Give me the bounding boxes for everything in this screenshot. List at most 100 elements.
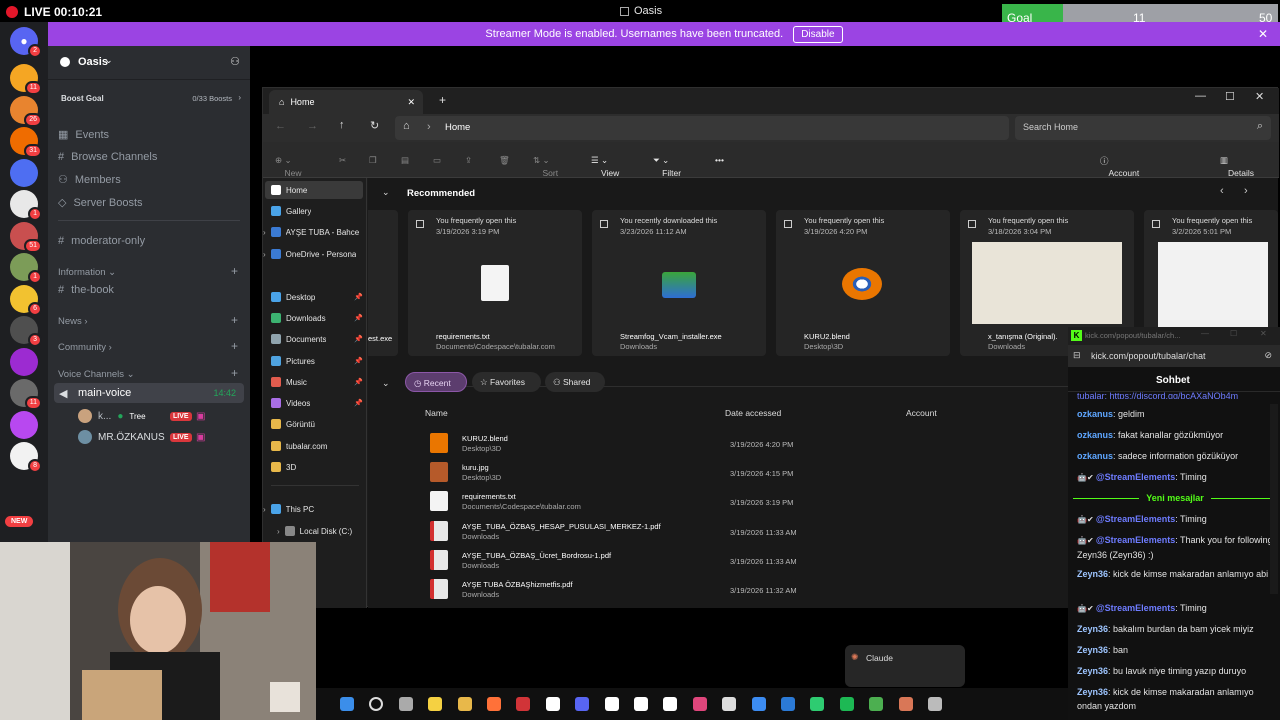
expand-icon[interactable]: › (263, 228, 266, 237)
server-icon[interactable] (10, 410, 38, 439)
chat-scrollbar[interactable] (1270, 404, 1278, 594)
add-channel-icon[interactable]: + (231, 313, 238, 327)
server-icon[interactable]: 1 (10, 253, 42, 284)
server-icon[interactable]: 1 (10, 190, 42, 221)
nav-item-desktop[interactable]: Desktop 📌 (271, 292, 367, 302)
sort-button[interactable]: ⇅ Sort ⌄ (533, 155, 558, 178)
column-account[interactable]: Account (906, 408, 937, 418)
kick-url-bar[interactable]: ⊟ kick.com/popout/tubalar/chat ⊘ (1068, 345, 1280, 367)
app-icon[interactable] (722, 697, 737, 711)
boost-goal[interactable]: Boost Goal 0/33 Boosts › (54, 88, 244, 108)
server-icon[interactable]: 8 (10, 442, 42, 473)
tab-favorites[interactable]: ☆ Favorites (472, 372, 541, 392)
server-icon[interactable]: 51 (10, 221, 42, 253)
category-news[interactable]: News › (58, 316, 88, 327)
account-status[interactable]: ⓘ Account disconnected (1100, 155, 1159, 188)
chat-username[interactable]: Zeyn36 (1077, 645, 1108, 655)
close-tab-icon[interactable]: ✕ (407, 97, 415, 108)
recommended-card[interactable]: You frequently open this 3/19/2026 3:19 P… (408, 210, 582, 356)
chrome-icon[interactable] (869, 697, 884, 711)
more-icon[interactable]: ••• (715, 155, 724, 165)
recommended-card[interactable]: You frequently open this 3/19/2026 4:20 P… (776, 210, 950, 356)
tab-shared[interactable]: ⚇ Shared (545, 372, 605, 392)
add-channel-icon[interactable]: + (231, 264, 238, 278)
collapse-icon[interactable]: ⌄ (382, 378, 390, 389)
recommended-card[interactable]: You recently downloaded this 3/23/2026 11… (592, 210, 766, 356)
expand-icon[interactable]: › (263, 250, 266, 259)
chat-username[interactable]: @StreamElements (1096, 535, 1175, 545)
nav-item-3d[interactable]: 3D (271, 462, 367, 472)
voice-user-1[interactable]: k... ● Tree LIVE ▣ (78, 409, 238, 423)
rename-icon[interactable]: ▭ (433, 155, 441, 166)
next-icon[interactable]: › (1244, 185, 1248, 197)
add-member-icon[interactable]: ⚇ (230, 55, 240, 68)
server-icon[interactable]: 11 (10, 379, 42, 410)
chat-username[interactable]: @StreamElements (1096, 472, 1175, 482)
server-icon[interactable]: 11 (10, 64, 42, 95)
claude-icon[interactable] (898, 697, 913, 711)
nav-item-this-pc[interactable]: › This PC (263, 504, 359, 514)
nav-item-downloads[interactable]: Downloads 📌 (271, 313, 367, 323)
firefox-icon[interactable] (487, 697, 501, 711)
spotify-icon[interactable] (839, 697, 854, 711)
share-icon[interactable]: ⇪ (465, 155, 472, 166)
disable-button[interactable]: Disable (793, 25, 843, 43)
chat-username[interactable]: Zeyn36 (1077, 569, 1108, 579)
cut-icon[interactable]: ✂ (339, 155, 346, 166)
paste-icon[interactable]: ▤ (401, 155, 409, 166)
voice-channel-main[interactable]: ◀ main-voice 14:42 (54, 383, 244, 403)
prev-icon[interactable]: ‹ (1220, 185, 1224, 197)
up-icon[interactable]: ↑ (339, 119, 345, 131)
close-banner-icon[interactable]: ✕ (1258, 27, 1268, 41)
members-item[interactable]: ⚇ Members (58, 173, 121, 187)
app-icon[interactable] (810, 697, 825, 711)
minimize-icon[interactable]: — (1195, 90, 1206, 102)
category-information[interactable]: Information ⌄ (58, 267, 116, 278)
steam-icon[interactable] (604, 697, 619, 711)
chat-username[interactable]: ozkanus (1077, 409, 1113, 419)
nav-item-gallery[interactable]: Gallery (271, 206, 367, 216)
server-icon[interactable] (10, 158, 38, 187)
minimize-icon[interactable]: — (1201, 329, 1209, 338)
collapse-icon[interactable]: ⌄ (382, 187, 390, 198)
task-view-icon[interactable] (398, 697, 413, 711)
nav-item-home[interactable]: Home (271, 185, 367, 195)
start-icon[interactable] (340, 697, 354, 711)
nav-item-music[interactable]: Music 📌 (271, 377, 367, 387)
tab-recent[interactable]: ◷ Recent (405, 372, 467, 392)
close-icon[interactable]: ✕ (1255, 90, 1264, 103)
server-icon[interactable]: 3 (10, 316, 42, 347)
nav-item-onedrive-persona[interactable]: › OneDrive - Persona (263, 249, 359, 259)
figma-icon[interactable] (692, 697, 707, 711)
events-item[interactable]: ▦ Events (58, 128, 109, 142)
nav-item-local-disk-c-[interactable]: › Local Disk (C:) (277, 526, 373, 536)
server-icon[interactable]: 6 (10, 284, 42, 316)
discord-icon[interactable] (575, 697, 590, 711)
view-button[interactable]: ☰ View ⌄ (591, 155, 619, 178)
delete-icon[interactable]: 🗑 (499, 155, 510, 166)
server-icon[interactable]: 31 (10, 127, 42, 158)
app-icon[interactable] (516, 697, 531, 711)
expand-icon[interactable]: › (263, 505, 266, 514)
copy-icon[interactable]: ❐ (369, 155, 377, 166)
tab-home[interactable]: ⌂ Home ✕ (269, 90, 423, 114)
maximize-icon[interactable]: ☐ (1225, 90, 1235, 103)
search-input[interactable]: Search Home ⌕ (1015, 116, 1271, 140)
forward-icon[interactable]: → (307, 120, 318, 132)
refresh-icon[interactable]: ↻ (370, 119, 379, 132)
github-icon[interactable] (634, 697, 648, 711)
server-icon[interactable] (10, 347, 38, 376)
nav-item-documents[interactable]: Documents 📌 (271, 334, 367, 344)
recommended-card-partial[interactable]: est.exe (368, 210, 398, 356)
voice-user-2[interactable]: MR.ÖZKANUS LIVE ▣ (78, 430, 238, 444)
server-boosts-item[interactable]: ◇ Server Boosts (58, 196, 143, 210)
nav-item-pictures[interactable]: Pictures 📌 (271, 356, 367, 366)
add-channel-icon[interactable]: + (231, 339, 238, 353)
channel-moderator-only[interactable]: # moderator-only (58, 235, 145, 247)
details-button[interactable]: ▥ Details (1220, 155, 1254, 178)
nav-item-ay-e-tuba-bahce[interactable]: › AYŞE TUBA - Bahce (263, 227, 359, 237)
category-community[interactable]: Community › (58, 342, 112, 353)
app-icon[interactable] (751, 697, 766, 711)
chat-username[interactable]: Zeyn36 (1077, 666, 1108, 676)
search-icon[interactable] (369, 697, 384, 711)
